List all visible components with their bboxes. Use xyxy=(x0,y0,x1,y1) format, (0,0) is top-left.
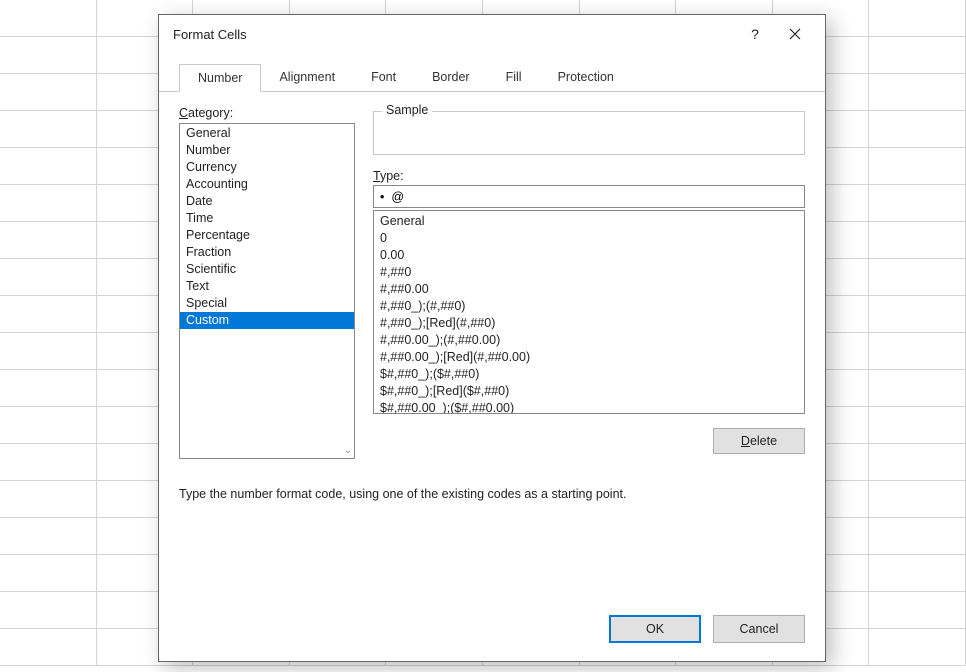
sample-label: Sample xyxy=(382,103,432,117)
category-item[interactable]: Accounting xyxy=(180,176,354,193)
sample-box: Sample xyxy=(373,111,805,155)
tab-number[interactable]: Number xyxy=(179,64,261,92)
type-item[interactable]: $#,##0_);[Red]($#,##0) xyxy=(374,383,804,400)
format-cells-dialog: Format Cells ? NumberAlignmentFontBorder… xyxy=(158,14,826,662)
type-input[interactable] xyxy=(373,185,805,208)
type-item[interactable]: General xyxy=(374,213,804,230)
category-item[interactable]: Currency xyxy=(180,159,354,176)
cancel-button[interactable]: Cancel xyxy=(713,615,805,643)
category-list[interactable]: GeneralNumberCurrencyAccountingDateTimeP… xyxy=(179,123,355,459)
category-item[interactable]: Custom xyxy=(180,312,354,329)
category-item[interactable]: Fraction xyxy=(180,244,354,261)
dialog-body: Category: GeneralNumberCurrencyAccountin… xyxy=(159,92,825,599)
dialog-title: Format Cells xyxy=(173,27,735,42)
close-icon xyxy=(789,28,801,40)
category-item[interactable]: Number xyxy=(180,142,354,159)
tab-border[interactable]: Border xyxy=(414,64,488,92)
category-column: Category: GeneralNumberCurrencyAccountin… xyxy=(179,106,355,459)
delete-button[interactable]: Delete xyxy=(713,428,805,454)
tab-strip: NumberAlignmentFontBorderFillProtection xyxy=(159,63,825,92)
dialog-footer: OK Cancel xyxy=(159,599,825,661)
type-item[interactable]: #,##0.00 xyxy=(374,281,804,298)
category-item[interactable]: Time xyxy=(180,210,354,227)
category-item[interactable]: Percentage xyxy=(180,227,354,244)
types-list[interactable]: General00.00#,##0#,##0.00#,##0_);(#,##0)… xyxy=(373,210,805,414)
category-label: Category: xyxy=(179,106,355,120)
type-item[interactable]: $#,##0.00_);($#,##0.00) xyxy=(374,400,804,414)
help-button[interactable]: ? xyxy=(735,19,775,49)
right-column: Sample Type: General00.00#,##0#,##0.00#,… xyxy=(373,106,805,459)
category-item[interactable]: Scientific xyxy=(180,261,354,278)
type-item[interactable]: #,##0_);[Red](#,##0) xyxy=(374,315,804,332)
type-label: Type: xyxy=(373,169,805,183)
chevron-down-icon: ⌄ xyxy=(344,445,352,456)
type-item[interactable]: #,##0_);(#,##0) xyxy=(374,298,804,315)
tab-fill[interactable]: Fill xyxy=(488,64,540,92)
type-item[interactable]: #,##0.00_);[Red](#,##0.00) xyxy=(374,349,804,366)
category-item[interactable]: Text xyxy=(180,278,354,295)
ok-button[interactable]: OK xyxy=(609,615,701,643)
tab-alignment[interactable]: Alignment xyxy=(261,64,353,92)
category-item[interactable]: Special xyxy=(180,295,354,312)
number-tab-content: Category: GeneralNumberCurrencyAccountin… xyxy=(179,106,805,459)
tab-font[interactable]: Font xyxy=(353,64,414,92)
type-item[interactable]: 0.00 xyxy=(374,247,804,264)
type-item[interactable]: 0 xyxy=(374,230,804,247)
hint-text: Type the number format code, using one o… xyxy=(179,487,805,501)
category-item[interactable]: Date xyxy=(180,193,354,210)
dialog-titlebar: Format Cells ? xyxy=(159,15,825,53)
category-item[interactable]: General xyxy=(180,125,354,142)
type-item[interactable]: #,##0 xyxy=(374,264,804,281)
delete-row: Delete xyxy=(373,428,805,454)
type-item[interactable]: #,##0.00_);(#,##0.00) xyxy=(374,332,804,349)
type-item[interactable]: $#,##0_);($#,##0) xyxy=(374,366,804,383)
close-button[interactable] xyxy=(775,19,815,49)
tab-protection[interactable]: Protection xyxy=(540,64,632,92)
